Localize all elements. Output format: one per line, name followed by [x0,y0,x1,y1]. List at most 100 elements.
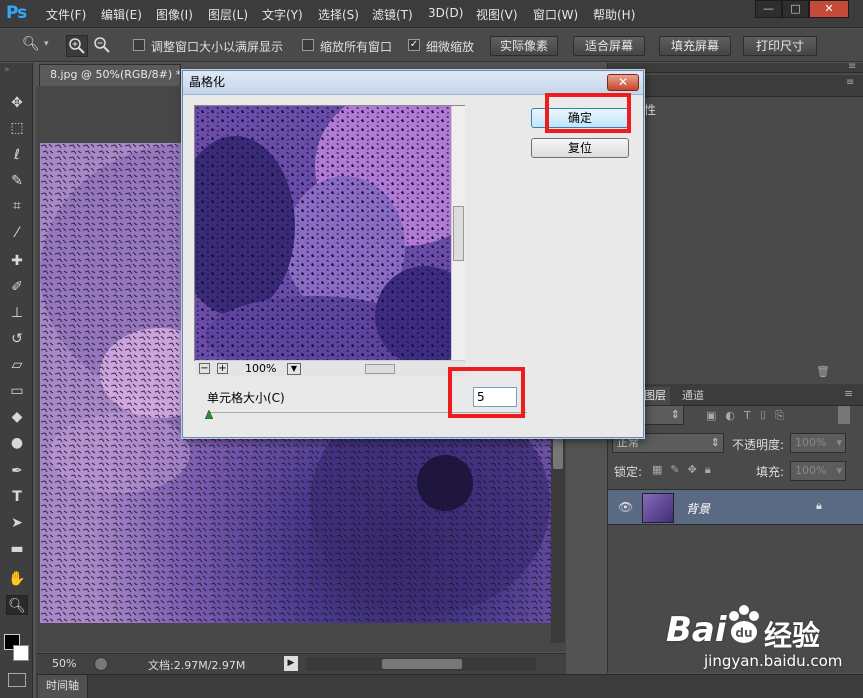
preview-vscroll[interactable] [451,106,465,360]
eyedropper-tool-icon[interactable]: ⁄ [6,223,28,243]
layer-name[interactable]: 背景 [686,500,710,517]
eraser-tool-icon[interactable]: ▱ [6,355,28,375]
menu-image[interactable]: 图像(I) [156,6,193,23]
maximize-button[interactable]: □ [782,0,809,18]
cell-size-slider-thumb[interactable] [204,408,214,420]
pen-tool-icon[interactable]: ✒ [6,461,28,481]
watermark-url: jingyan.baidu.com [704,652,843,670]
chevron-down-icon[interactable]: ▼ [287,363,301,375]
tab-layers[interactable]: 图层 [640,387,670,405]
move-tool-icon[interactable]: ✥ [6,93,28,113]
chevron-down-icon: ▾ [836,436,842,449]
crop-tool-icon[interactable]: ⌗ [6,196,28,216]
scroll-thumb[interactable] [453,206,464,261]
filter-preview-image[interactable] [195,106,451,360]
menu-edit[interactable]: 编辑(E) [101,6,142,23]
zoom-tool-icon[interactable]: 🔍︎ [22,36,42,54]
healing-brush-icon[interactable]: ✚ [6,251,28,271]
zoom-in-mode-icon[interactable] [66,35,88,57]
fit-screen-button[interactable]: 适合屏幕 [573,36,645,56]
properties-title: 性 [644,103,657,117]
zoom-in-button[interactable]: + [217,363,228,374]
panel-menu-icon[interactable]: ≡ [848,61,856,72]
fill-value: 100% [795,464,827,477]
panel-menu-icon[interactable]: ≡ [844,387,853,400]
play-arrow-icon[interactable]: ▶ [284,656,298,671]
menu-help[interactable]: 帮助(H) [593,6,635,23]
minimize-button[interactable]: — [755,0,782,18]
scrubby-zoom-label: 细微缩放 [426,40,475,54]
close-window-button[interactable]: ✕ [809,0,849,18]
eye-icon[interactable]: 👁︎ [618,500,633,514]
menu-view[interactable]: 视图(V) [476,6,518,23]
brush-tool-icon[interactable]: ✐ [6,277,28,297]
watermark-cn: 经验 [764,619,821,652]
scroll-thumb[interactable] [553,435,563,469]
reset-button[interactable]: 复位 [531,138,629,158]
history-brush-icon[interactable]: ↺ [6,329,28,349]
scroll-thumb[interactable] [382,659,462,669]
blur-tool-icon[interactable]: ◆ [6,407,28,427]
menu-3d[interactable]: 3D(D) [428,6,463,20]
type-tool-icon[interactable]: T [6,487,28,507]
print-size-button[interactable]: 打印尺寸 [743,36,817,56]
gradient-tool-icon[interactable]: ▭ [6,381,28,401]
timeline-tab[interactable]: 时间轴 [38,675,88,698]
collapse-icon[interactable]: » [4,65,10,75]
background-color-swatch[interactable] [13,645,29,661]
tools-panel: » ✥ ⬚ ℓ ✎ ⌗ ⁄ ✚ ✐ ⊥ ↺ ▱ ▭ ◆ ● ✒ T ➤ ▬ ✋ … [0,63,33,698]
filter-icons[interactable]: ▣◐T⌷⎘ [706,409,846,423]
zoom-out-button[interactable]: − [199,363,210,374]
menu-window[interactable]: 窗口(W) [533,6,578,23]
fill-input[interactable]: 100% ▾ [790,461,846,481]
panel-menu-icon[interactable]: ≡ [846,77,854,88]
status-bar: 50% 文档:2.97M/2.97M ▶ [36,653,566,674]
dialog-title: 晶格化 [183,71,643,95]
preview-toolbar: − + 100% ▼ [195,360,465,376]
path-select-tool-icon[interactable]: ➤ [6,513,28,533]
zoom-level[interactable]: 50% [52,657,76,670]
menu-bar: Ps 文件(F) 编辑(E) 图像(I) 图层(L) 文字(Y) 选择(S) 滤… [0,0,863,28]
dodge-tool-icon[interactable]: ● [6,433,28,453]
watermark-brand2: du [735,626,752,640]
right-panel: ≡ ≡ 性 🗑︎ 图层 通道 ≡ 类型 ⇕ ▣◐T⌷⎘ 正常⇕ 不透明度: 10… [607,61,863,673]
timeline-panel: 时间轴 [36,674,863,698]
paw-icon: du [729,605,759,643]
zoom-all-windows-checkbox[interactable] [302,39,314,51]
opacity-value: 100% [795,436,827,449]
zoom-all-windows-label: 缩放所有窗口 [320,40,393,54]
hand-tool-icon[interactable]: ✋ [6,569,28,589]
shape-tool-icon[interactable]: ▬ [6,539,28,559]
stamp-tool-icon[interactable]: ⊥ [6,303,28,323]
preview-hscroll[interactable] [317,364,449,374]
zoom-tool-icon[interactable]: 🔍︎ [6,595,28,615]
quick-select-tool-icon[interactable]: ✎ [6,171,28,191]
menu-type[interactable]: 文字(Y) [262,6,303,23]
tab-channels[interactable]: 通道 [678,387,708,405]
quick-mask-icon[interactable] [8,673,26,687]
scroll-thumb[interactable] [365,364,395,374]
filter-toggle[interactable] [838,406,850,424]
scrubby-zoom-checkbox[interactable]: ✓ [408,39,420,51]
layer-row-background[interactable]: 👁︎ 背景 🔒︎ [608,489,863,525]
chevron-down-icon[interactable]: ▾ [44,39,49,49]
menu-layer[interactable]: 图层(L) [208,6,248,23]
fill-screen-button[interactable]: 填充屏幕 [659,36,731,56]
trash-icon[interactable]: 🗑︎ [816,365,830,378]
document-tab[interactable]: 8.jpg @ 50%(RGB/8#) * [39,64,181,86]
layers-header: 图层 通道 ≡ [608,384,863,406]
menu-filter[interactable]: 滤镜(T) [372,6,413,23]
menu-select[interactable]: 选择(S) [318,6,359,23]
actual-pixels-button[interactable]: 实际像素 [490,36,558,56]
zoom-out-mode-icon[interactable] [92,35,114,57]
chevron-down-icon: ⇕ [710,436,720,449]
status-info-icon[interactable] [94,657,108,671]
resize-windows-checkbox[interactable] [133,39,145,51]
opacity-input[interactable]: 100% ▾ [790,433,846,453]
lasso-tool-icon[interactable]: ℓ [6,145,28,165]
menu-file[interactable]: 文件(F) [46,6,86,23]
marquee-tool-icon[interactable]: ⬚ [6,118,28,138]
dialog-close-button[interactable]: ✕ [607,74,639,91]
horizontal-scrollbar[interactable] [306,657,536,671]
lock-icons[interactable]: ▦✎✥🔒︎ [652,463,732,477]
